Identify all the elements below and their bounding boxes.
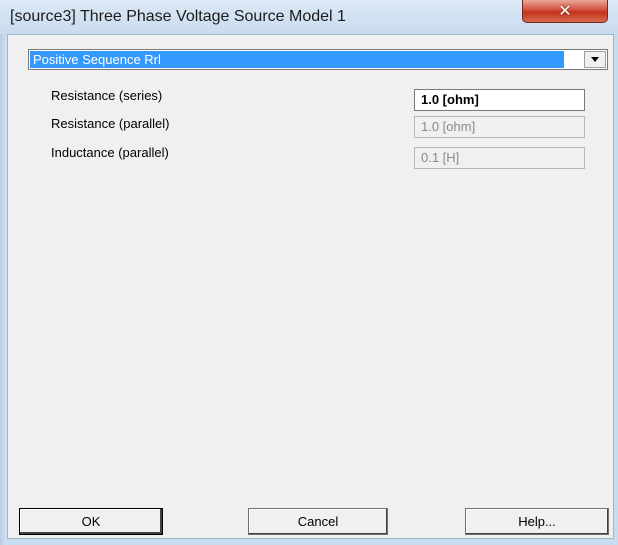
ok-button[interactable]: OK (19, 508, 163, 535)
inductance-parallel-input: 0.1 [H] (414, 147, 585, 169)
model-type-dropdown[interactable]: Positive Sequence Rrl (28, 49, 608, 70)
window-frame-bottom (7, 539, 614, 545)
dialog-client-area: Positive Sequence Rrl Resistance (series… (7, 34, 614, 539)
chevron-down-icon (591, 56, 599, 62)
close-x-icon: ✕ (558, 1, 572, 20)
dialog-window: [source3] Three Phase Voltage Source Mod… (0, 0, 618, 545)
param-label-inductance-parallel: Inductance (parallel) (51, 145, 169, 160)
resistance-parallel-input: 1.0 [ohm] (414, 116, 585, 138)
dropdown-arrow-button[interactable] (584, 51, 606, 68)
close-button[interactable]: ✕ (522, 0, 608, 23)
dropdown-selected-value: Positive Sequence Rrl (30, 51, 564, 68)
cancel-button[interactable]: Cancel (248, 508, 388, 535)
title-bar[interactable]: [source3] Three Phase Voltage Source Mod… (0, 0, 618, 34)
help-button[interactable]: Help... (465, 508, 609, 535)
window-frame-left (0, 0, 7, 545)
param-label-resistance-series: Resistance (series) (51, 88, 163, 103)
window-title: [source3] Three Phase Voltage Source Mod… (10, 8, 346, 25)
resistance-series-input[interactable]: 1.0 [ohm] (414, 89, 585, 111)
param-label-resistance-parallel: Resistance (parallel) (51, 116, 170, 131)
